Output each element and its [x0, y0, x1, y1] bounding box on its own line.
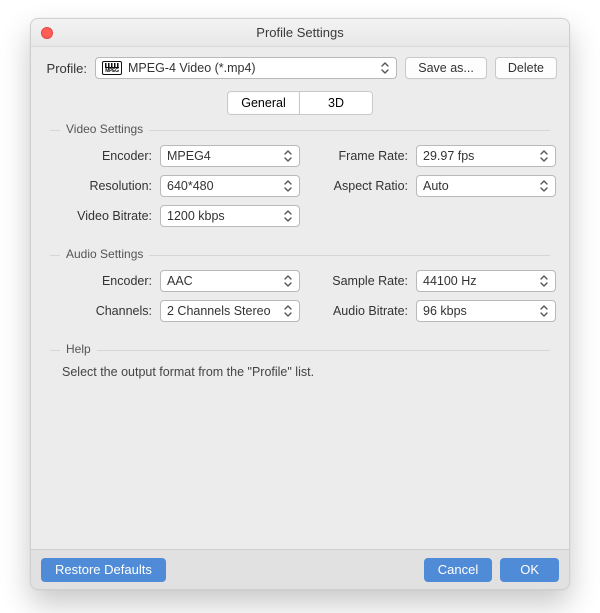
video-encoder-label: Encoder: [56, 149, 152, 163]
chevron-updown-icon [539, 275, 549, 290]
titlebar: Profile Settings [31, 19, 569, 47]
video-settings-group: Video Settings Encoder: MPEG4 Frame Rate… [49, 129, 551, 228]
tab-general[interactable]: General [228, 92, 300, 114]
help-text: Select the output format from the "Profi… [50, 351, 550, 379]
aspect-ratio-select[interactable]: Auto [416, 175, 556, 197]
video-bitrate-label: Video Bitrate: [56, 209, 152, 223]
profile-row: Profile: MPEG MPEG-4 Video (*.mp4) Save … [43, 57, 557, 79]
audio-settings-title: Audio Settings [60, 247, 149, 261]
chevron-updown-icon [539, 180, 549, 195]
resolution-select[interactable]: 640*480 [160, 175, 300, 197]
channels-select[interactable]: 2 Channels Stereo [160, 300, 300, 322]
profile-select-value: MPEG-4 Video (*.mp4) [128, 61, 256, 75]
help-title: Help [60, 342, 97, 356]
video-settings-title: Video Settings [60, 122, 149, 136]
cancel-button[interactable]: Cancel [424, 558, 492, 582]
window-title: Profile Settings [256, 25, 343, 40]
chevron-updown-icon [283, 275, 293, 290]
audio-bitrate-label: Audio Bitrate: [308, 304, 408, 318]
chevron-updown-icon [539, 150, 549, 165]
chevron-updown-icon [283, 210, 293, 225]
profile-label: Profile: [43, 61, 87, 76]
audio-settings-group: Audio Settings Encoder: AAC Sample Rate:… [49, 254, 551, 323]
audio-bitrate-select[interactable]: 96 kbps [416, 300, 556, 322]
chevron-updown-icon [283, 180, 293, 195]
audio-encoder-label: Encoder: [56, 274, 152, 288]
chevron-updown-icon [380, 62, 390, 77]
video-encoder-select[interactable]: MPEG4 [160, 145, 300, 167]
ok-button[interactable]: OK [500, 558, 559, 582]
chevron-updown-icon [283, 305, 293, 320]
video-bitrate-select[interactable]: 1200 kbps [160, 205, 300, 227]
mp4-icon: MPEG [102, 61, 122, 75]
framerate-label: Frame Rate: [308, 149, 408, 163]
chevron-updown-icon [539, 305, 549, 320]
channels-label: Channels: [56, 304, 152, 318]
chevron-updown-icon [283, 150, 293, 165]
profile-select[interactable]: MPEG MPEG-4 Video (*.mp4) [95, 57, 397, 79]
resolution-label: Resolution: [56, 179, 152, 193]
content-area: Profile: MPEG MPEG-4 Video (*.mp4) Save … [31, 47, 569, 380]
delete-button[interactable]: Delete [495, 57, 557, 79]
audio-encoder-select[interactable]: AAC [160, 270, 300, 292]
footer: Restore Defaults Cancel OK [31, 549, 569, 589]
help-group: Help Select the output format from the "… [49, 349, 551, 380]
samplerate-label: Sample Rate: [308, 274, 408, 288]
save-as-button[interactable]: Save as... [405, 57, 487, 79]
profile-settings-window: Profile Settings Profile: MPEG MPEG-4 Vi… [30, 18, 570, 590]
aspect-ratio-label: Aspect Ratio: [308, 179, 408, 193]
samplerate-select[interactable]: 44100 Hz [416, 270, 556, 292]
restore-defaults-button[interactable]: Restore Defaults [41, 558, 166, 582]
tab-3d[interactable]: 3D [300, 92, 372, 114]
framerate-select[interactable]: 29.97 fps [416, 145, 556, 167]
close-icon[interactable] [41, 27, 53, 39]
tabs: General 3D [43, 91, 557, 115]
